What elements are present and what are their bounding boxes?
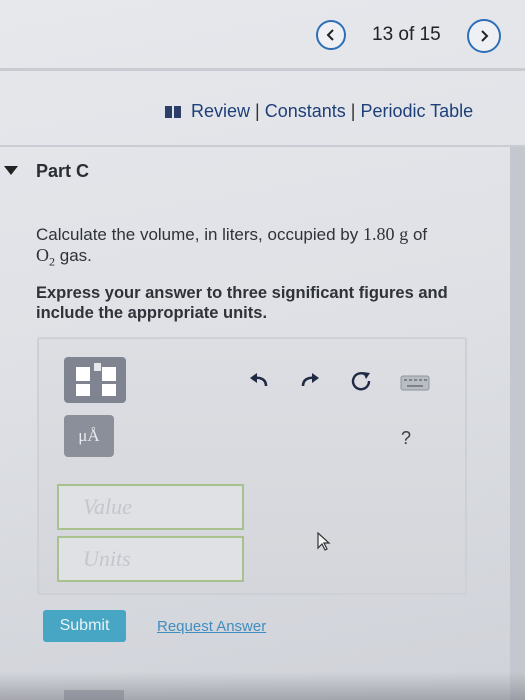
previous-question-button[interactable] — [316, 20, 346, 50]
separator: | — [255, 101, 260, 121]
separator: | — [350, 101, 356, 121]
next-part-glimpse — [64, 690, 124, 700]
mouse-cursor-icon — [317, 532, 331, 551]
chevron-left-icon — [326, 29, 334, 41]
value-input[interactable]: Value — [57, 484, 244, 530]
template-block-icon — [94, 363, 101, 371]
template-block-icon — [76, 367, 90, 381]
template-block-icon — [76, 384, 90, 396]
mass-unit: g — [399, 224, 409, 244]
scrollbar-track[interactable] — [510, 147, 525, 700]
periodic-table-link[interactable]: Periodic Table — [360, 101, 473, 122]
units-button[interactable]: μÅ — [64, 415, 114, 457]
part-title: Part C — [36, 161, 90, 181]
mass-value: 1.80 — [362, 224, 395, 244]
question-counter: 13 of 15 — [372, 24, 441, 45]
book-icon — [165, 105, 181, 118]
formula: O2 — [36, 245, 55, 269]
question-tail: gas. — [59, 246, 92, 265]
next-question-button[interactable] — [467, 19, 501, 53]
chevron-right-icon — [481, 30, 489, 42]
resource-links: Review | Constants | Periodic Table — [165, 101, 473, 122]
constants-link[interactable]: Constants — [265, 101, 346, 122]
undo-icon[interactable] — [248, 372, 270, 390]
question-of: of — [412, 225, 428, 244]
reset-icon[interactable] — [350, 370, 372, 392]
header-divider — [0, 68, 525, 71]
request-answer-link[interactable]: Request Answer — [157, 618, 266, 635]
units-input[interactable]: Units — [57, 536, 244, 582]
template-block-icon — [102, 367, 116, 381]
collapse-caret-icon[interactable] — [4, 166, 18, 175]
keyboard-icon[interactable] — [400, 375, 430, 391]
redo-icon[interactable] — [299, 372, 321, 390]
review-link[interactable]: Review — [191, 101, 250, 122]
instruction-text: Express your answer to three significant… — [36, 284, 448, 322]
templates-button[interactable] — [64, 357, 126, 403]
help-button[interactable]: ? — [401, 428, 411, 449]
question-text: Calculate the volume, in liters, occupie… — [36, 224, 466, 272]
template-block-icon — [102, 384, 116, 396]
question-lead: Calculate the volume, in liters, occupie… — [36, 225, 359, 244]
part-divider — [0, 145, 525, 147]
submit-button[interactable]: Submit — [43, 610, 126, 642]
